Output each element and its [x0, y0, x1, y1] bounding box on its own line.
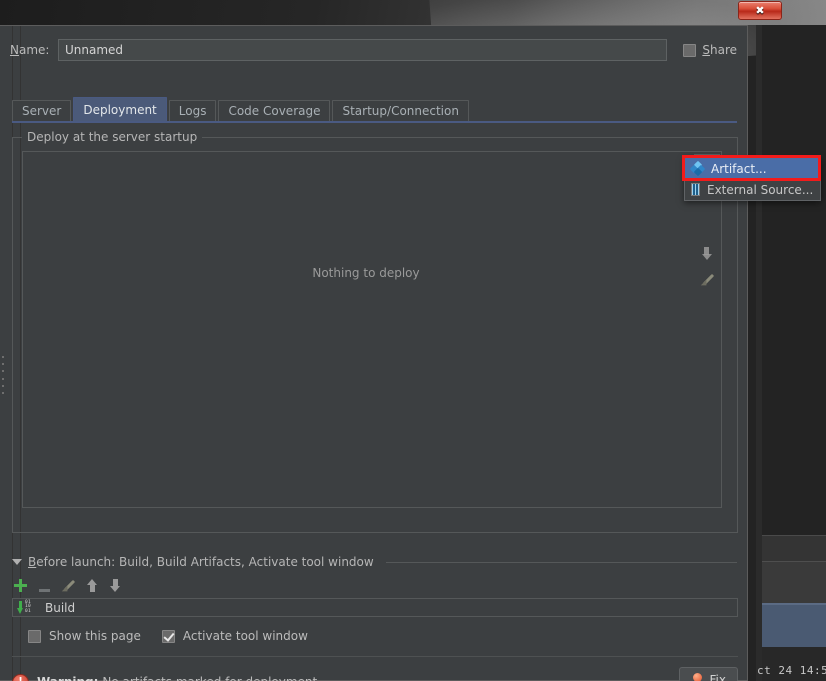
before-launch-mnemonic: B — [28, 555, 37, 569]
before-launch-header: Before launch: Build, Build Artifacts, A… — [12, 554, 737, 570]
background-panel-highlighted — [762, 603, 826, 649]
taskbar-clock: ct 24 14:53 — [757, 664, 826, 677]
warning-label: Warning: — [37, 675, 98, 681]
deployment-toolbar — [694, 151, 722, 508]
name-label: Name: — [10, 43, 58, 57]
empty-list-message: Nothing to deploy — [312, 266, 420, 280]
close-icon[interactable]: ✖ — [738, 1, 782, 20]
activate-tool-window-label: Activate tool window — [182, 629, 308, 643]
move-down-button[interactable] — [694, 240, 720, 266]
activate-tool-window-row[interactable]: Activate tool window — [161, 629, 320, 643]
resize-handle[interactable] — [1, 356, 8, 394]
menu-item-artifact-label: Artifact... — [711, 161, 767, 176]
share-checkbox[interactable] — [683, 43, 697, 57]
artifact-icon — [689, 160, 706, 177]
activate-tool-window-checkbox[interactable] — [161, 629, 175, 643]
add-task-button[interactable] — [14, 577, 27, 596]
name-label-mnemonic: N — [10, 43, 19, 57]
arrow-down-icon — [701, 246, 713, 260]
share-checkbox-row[interactable]: Share — [683, 43, 737, 57]
show-this-page-row[interactable]: Show this page — [28, 629, 153, 643]
remove-task-button[interactable] — [39, 577, 50, 596]
minus-icon — [39, 588, 50, 592]
pencil-icon — [62, 579, 75, 592]
tab-logs[interactable]: Logs — [168, 100, 217, 121]
before-launch-checkboxes: Show this page Activate tool window — [28, 627, 320, 645]
move-task-down-button[interactable] — [110, 577, 121, 596]
run-configuration-dialog: Name: Share Server Deployment Logs Code … — [0, 25, 748, 681]
arrow-up-icon — [87, 578, 98, 592]
show-this-page-label: Show this page — [49, 629, 141, 643]
deploy-group-title: Deploy at the server startup — [22, 130, 203, 144]
edit-deployment-button[interactable] — [694, 266, 720, 292]
plus-icon — [14, 578, 27, 592]
build-icon: 01 10 01 — [17, 599, 39, 615]
tab-bar: Server Deployment Logs Code Coverage Sta… — [12, 97, 737, 123]
before-launch-toolbar — [14, 576, 121, 596]
tab-code-coverage[interactable]: Code Coverage — [218, 100, 331, 121]
external-source-icon — [691, 183, 700, 196]
menu-item-external-source[interactable]: External Source... — [685, 179, 820, 200]
background-panel-1 — [762, 25, 826, 535]
fix-button-label: Fix — [709, 673, 726, 681]
list-item: Build — [45, 600, 76, 615]
deployment-list[interactable]: Nothing to deploy — [22, 151, 710, 508]
tab-deployment[interactable]: Deployment — [73, 97, 167, 121]
collapse-arrow-icon[interactable] — [12, 559, 22, 565]
name-row: Name: Share — [10, 37, 737, 63]
tab-server[interactable]: Server — [12, 100, 72, 121]
pencil-icon — [701, 273, 714, 286]
add-deployment-menu: Artifact... External Source... — [684, 157, 821, 201]
arrow-down-icon — [110, 578, 121, 592]
build-bits: 01 10 01 — [25, 599, 32, 614]
menu-item-artifact[interactable]: Artifact... — [685, 158, 820, 179]
deploy-group-box: Deploy at the server startup Nothing to … — [12, 130, 738, 533]
desktop-top-gradient — [0, 0, 826, 78]
background-panel-3 — [762, 561, 826, 604]
before-launch-list[interactable]: 01 10 01 Build — [12, 598, 738, 617]
menu-item-external-source-label: External Source... — [707, 182, 814, 197]
show-this-page-checkbox[interactable] — [28, 629, 41, 643]
name-label-text: ame: — [18, 43, 50, 57]
warning-message: No artifacts marked for deployment — [102, 675, 317, 681]
background-panel-2 — [762, 535, 826, 562]
error-icon: ! — [12, 673, 29, 681]
share-label-mnemonic: S — [702, 43, 710, 57]
move-task-up-button[interactable] — [87, 577, 98, 596]
warning-row: ! Warning: No artifacts marked for deplo… — [12, 667, 738, 681]
name-input[interactable] — [58, 39, 668, 61]
bottom-divider — [12, 656, 738, 657]
before-launch-divider — [385, 561, 737, 563]
fix-button[interactable]: Fix — [678, 667, 738, 681]
lightbulb-icon — [691, 673, 704, 681]
edit-task-button[interactable] — [62, 577, 75, 596]
before-launch-title-text: efore launch: Build, Build Artifacts, Ac… — [36, 555, 374, 569]
tab-startup-connection[interactable]: Startup/Connection — [332, 100, 469, 121]
build-arrow-icon — [17, 600, 24, 615]
share-label: Share — [702, 43, 737, 57]
before-launch-title: Before launch: Build, Build Artifacts, A… — [28, 555, 374, 569]
